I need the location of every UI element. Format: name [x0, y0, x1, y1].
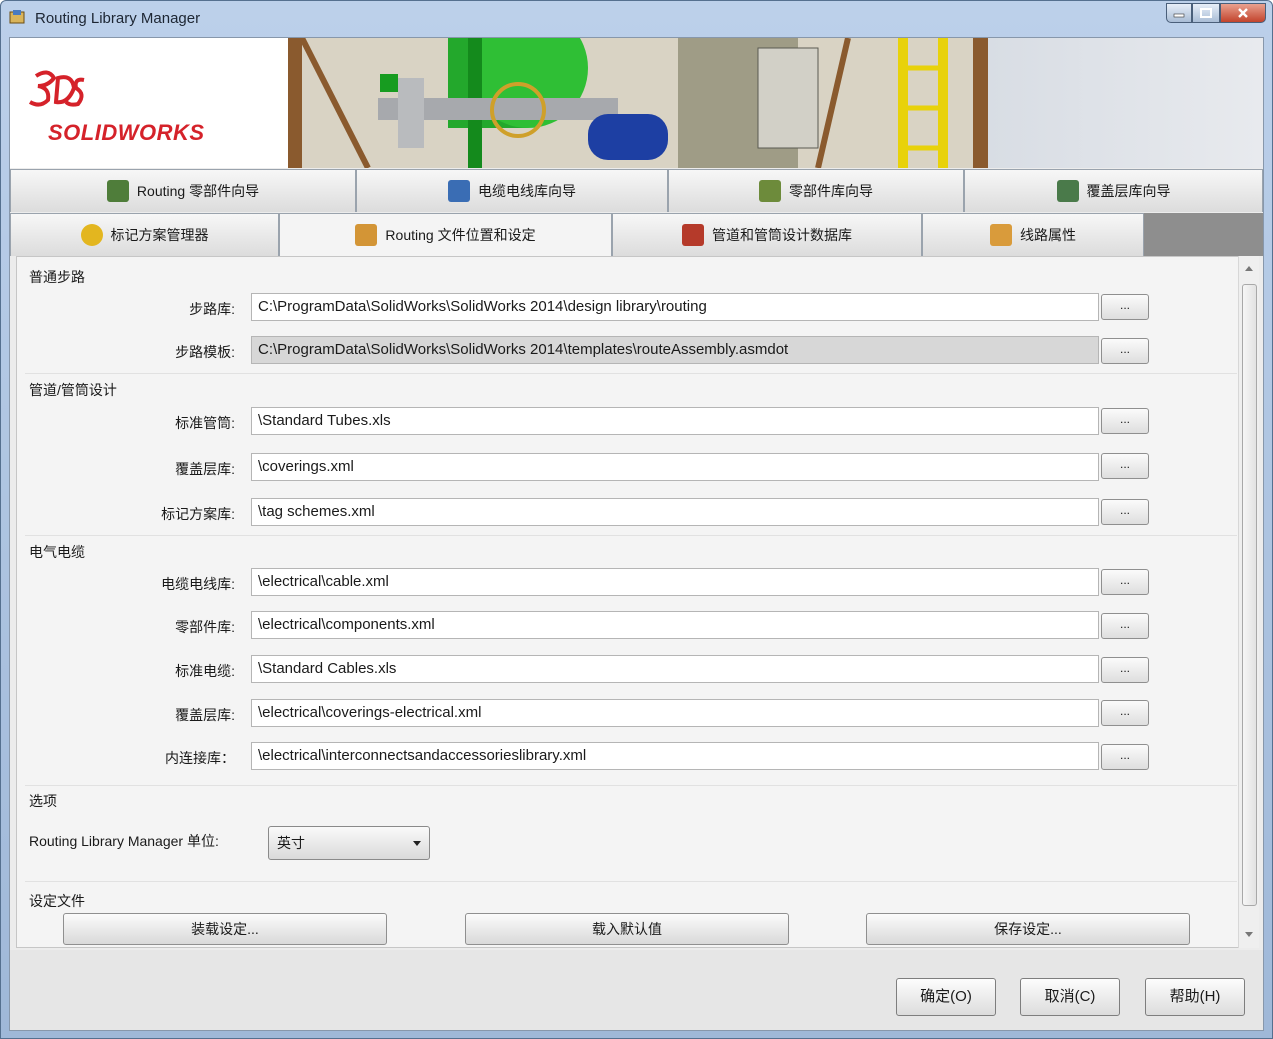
interconnect-library-browse-button[interactable]: ... [1101, 744, 1149, 770]
load-defaults-button[interactable]: 载入默认值 [465, 913, 789, 945]
routing-template-browse-button[interactable]: ... [1101, 338, 1149, 364]
routing-library-browse-button[interactable]: ... [1101, 294, 1149, 320]
app-icon [9, 10, 25, 24]
dialog-footer: 确定(O) 取消(C) 帮助(H) [10, 950, 1263, 1030]
routing-library-manager-window: Routing Library Manager SOLIDWORKS Routi… [0, 0, 1273, 1039]
ok-button[interactable]: 确定(O) [896, 978, 996, 1016]
tab-pipe-tube-design-database[interactable]: 管道和管筒设计数据库 [612, 213, 922, 256]
section-options: 选项 [29, 793, 57, 809]
banner: SOLIDWORKS [10, 38, 1263, 168]
route-properties-icon [990, 224, 1012, 246]
tab-component-library-wizard[interactable]: 零部件库向导 [668, 169, 964, 212]
save-settings-button[interactable]: 保存设定... [866, 913, 1190, 945]
tab-route-properties[interactable]: 线路属性 [922, 213, 1144, 256]
scroll-up-arrow-icon[interactable] [1245, 266, 1253, 271]
close-button[interactable] [1220, 3, 1266, 23]
coverings-browse-button[interactable]: ... [1101, 453, 1149, 479]
window-controls [1166, 3, 1266, 25]
minimize-icon [1173, 13, 1185, 18]
electrical-coverings-browse-button[interactable]: ... [1101, 700, 1149, 726]
components-library-browse-button[interactable]: ... [1101, 613, 1149, 639]
routing-library-label: 步路库: [189, 301, 235, 317]
section-settings-file: 设定文件 [29, 893, 85, 909]
tab-covering-library-wizard[interactable]: 覆盖层库向导 [964, 169, 1263, 212]
window-title: Routing Library Manager [35, 10, 201, 27]
interconnect-library-label: 内连接库： [165, 750, 235, 766]
vertical-scrollbar[interactable] [1238, 256, 1259, 948]
minimize-button[interactable] [1166, 3, 1192, 23]
database-icon [682, 224, 704, 246]
tag-schemes-browse-button[interactable]: ... [1101, 499, 1149, 525]
load-settings-button[interactable]: 装载设定... [63, 913, 387, 945]
tab-row-1: Routing 零部件向导 电缆电线库向导 零部件库向导 覆盖层库向导 [10, 169, 1263, 212]
cable-library-browse-button[interactable]: ... [1101, 569, 1149, 595]
units-select[interactable]: 英寸 [268, 826, 430, 860]
units-select-value: 英寸 [277, 835, 305, 851]
routing-template-field[interactable]: C:\ProgramData\SolidWorks\SolidWorks 201… [251, 336, 1099, 364]
tag-schemes-field[interactable]: \tag schemes.xml [251, 498, 1099, 526]
section-divider [25, 535, 1237, 536]
tab-label: Routing 文件位置和设定 [385, 227, 536, 243]
solidworks-3ds-logo-icon [28, 70, 85, 107]
standard-cables-browse-button[interactable]: ... [1101, 657, 1149, 683]
cancel-button[interactable]: 取消(C) [1020, 978, 1120, 1016]
file-locations-icon [355, 224, 378, 246]
section-divider [25, 785, 1237, 786]
section-divider [25, 881, 1237, 882]
cable-wizard-icon [448, 180, 470, 202]
component-wizard-icon [106, 180, 129, 202]
settings-panel: 普通步路 步路库: C:\ProgramData\SolidWorks\Soli… [16, 256, 1244, 948]
tab-label: 线路属性 [1020, 227, 1076, 243]
tab-routing-file-locations-settings[interactable]: Routing 文件位置和设定 [279, 213, 612, 256]
cable-library-label: 电缆电线库: [161, 576, 235, 592]
standard-tubes-browse-button[interactable]: ... [1101, 408, 1149, 434]
electrical-coverings-field[interactable]: \electrical\coverings-electrical.xml [251, 699, 1099, 727]
tab-label: 零部件库向导 [789, 183, 873, 199]
standard-cables-label: 标准电缆: [175, 663, 235, 679]
covering-wizard-icon [1056, 180, 1079, 202]
section-electrical: 电气电缆 [29, 544, 85, 560]
tab-label: Routing 零部件向导 [136, 183, 260, 199]
banner-background [988, 38, 1263, 168]
standard-cables-field[interactable]: \Standard Cables.xls [251, 655, 1099, 683]
cable-library-field[interactable]: \electrical\cable.xml [251, 568, 1099, 596]
section-general-routing: 普通步路 [29, 269, 85, 285]
dialog-client-area: SOLIDWORKS Routing 零部件向导 电缆电线库向导 零部件库向导 … [9, 37, 1264, 1031]
close-icon [1238, 8, 1248, 18]
component-library-icon [759, 180, 781, 202]
electrical-coverings-label: 覆盖层库: [175, 707, 235, 723]
tab-cable-wire-library-wizard[interactable]: 电缆电线库向导 [356, 169, 668, 212]
tab-routing-component-wizard[interactable]: Routing 零部件向导 [10, 169, 356, 212]
tag-schemes-label: 标记方案库: [161, 506, 235, 522]
standard-tubes-field[interactable]: \Standard Tubes.xls [251, 407, 1099, 435]
coverings-label: 覆盖层库: [175, 461, 235, 477]
tag-scheme-icon [80, 224, 103, 246]
title-bar[interactable]: Routing Library Manager [1, 1, 1272, 37]
tab-tag-scheme-manager[interactable]: 标记方案管理器 [10, 213, 279, 256]
section-pipe-tube-design: 管道/管筒设计 [29, 382, 117, 398]
components-library-field[interactable]: \electrical\components.xml [251, 611, 1099, 639]
interconnect-library-field[interactable]: \electrical\interconnectsandaccessoriesl… [251, 742, 1099, 770]
routing-template-label: 步路模板: [175, 344, 235, 360]
tab-label: 覆盖层库向导 [1086, 183, 1171, 199]
section-divider [25, 373, 1237, 374]
tab-label: 管道和管筒设计数据库 [712, 227, 852, 243]
maximize-button[interactable] [1192, 3, 1220, 23]
maximize-icon [1200, 8, 1212, 18]
scroll-down-arrow-icon[interactable] [1245, 932, 1253, 937]
scroll-thumb[interactable] [1242, 284, 1257, 906]
coverings-field[interactable]: \coverings.xml [251, 453, 1099, 481]
components-library-label: 零部件库: [175, 619, 235, 635]
chevron-down-icon [413, 841, 421, 846]
tab-label: 电缆电线库向导 [478, 183, 576, 199]
help-button[interactable]: 帮助(H) [1145, 978, 1245, 1016]
tab-row-filler [1144, 213, 1263, 256]
banner-image [288, 38, 988, 168]
solidworks-logo: SOLIDWORKS [48, 120, 205, 145]
routing-library-field[interactable]: C:\ProgramData\SolidWorks\SolidWorks 201… [251, 293, 1099, 321]
standard-tubes-label: 标准管筒: [175, 415, 235, 431]
units-label: Routing Library Manager 单位: [29, 833, 219, 849]
tab-row-2: 标记方案管理器 Routing 文件位置和设定 管道和管筒设计数据库 线路属性 [10, 213, 1263, 256]
tab-label: 标记方案管理器 [110, 227, 209, 243]
